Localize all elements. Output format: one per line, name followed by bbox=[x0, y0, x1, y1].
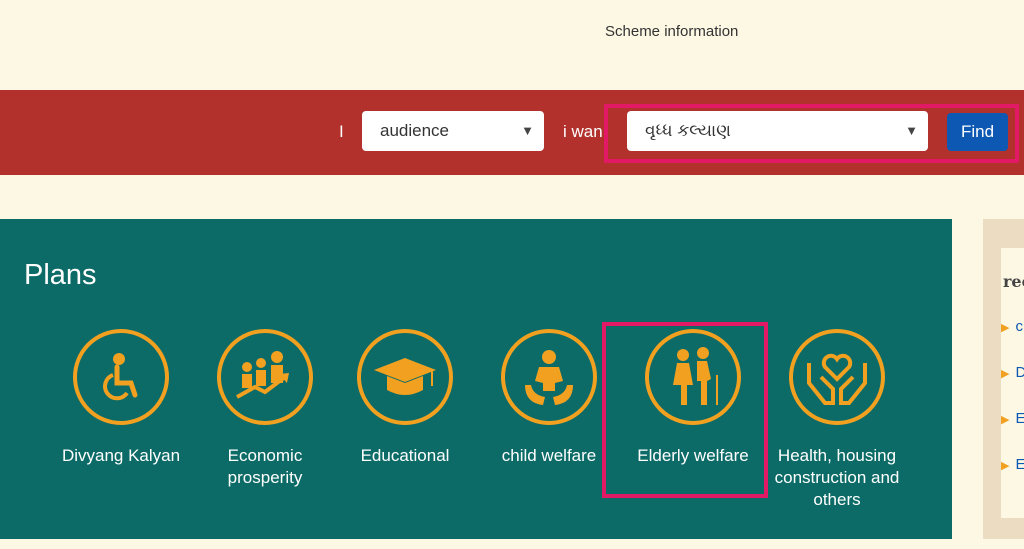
graduation-cap-icon bbox=[357, 329, 453, 425]
i-label: I bbox=[339, 122, 344, 141]
triangle-bullet-icon: ▶ bbox=[1001, 368, 1010, 380]
search-highlight-box bbox=[604, 104, 1019, 163]
plan-label: Economic prosperity bbox=[227, 446, 303, 487]
side-list-item[interactable]: ▶ E bbox=[1001, 410, 1024, 427]
elderly-highlight-box bbox=[602, 322, 768, 498]
side-panel-heading: rec bbox=[1003, 272, 1024, 291]
heart-hands-icon bbox=[789, 329, 885, 425]
triangle-bullet-icon: ▶ bbox=[1001, 322, 1010, 334]
triangle-bullet-icon: ▶ bbox=[1001, 414, 1010, 426]
plan-divyang-kalyan[interactable]: Divyang Kalyan bbox=[46, 329, 196, 467]
plan-health-housing[interactable]: Health, housing construction and others bbox=[762, 329, 912, 511]
triangle-bullet-icon: ▶ bbox=[1001, 460, 1010, 472]
plan-economic-prosperity[interactable]: Economic prosperity bbox=[190, 329, 340, 489]
plan-label: Educational bbox=[360, 446, 450, 465]
child-hands-icon bbox=[501, 329, 597, 425]
chevron-down-icon: ▼ bbox=[521, 123, 534, 138]
audience-select[interactable]: audience ▼ bbox=[362, 111, 544, 151]
audience-select-value: audience bbox=[380, 121, 450, 140]
top-info-bar: Scheme information bbox=[0, 0, 1024, 90]
wheelchair-icon bbox=[73, 329, 169, 425]
scheme-information-link[interactable]: Scheme information bbox=[605, 23, 738, 40]
side-list-item[interactable]: ▶ E bbox=[1001, 456, 1024, 473]
plan-educational[interactable]: Educational bbox=[330, 329, 480, 467]
plan-label: Health, housing construction and others bbox=[774, 446, 900, 509]
i-want-label: i wan bbox=[563, 122, 603, 141]
plan-label: Divyang Kalyan bbox=[61, 446, 181, 465]
plans-title: Plans bbox=[24, 259, 97, 291]
side-list-item[interactable]: ▶ D bbox=[1001, 364, 1024, 381]
side-list-item[interactable]: ▶ c bbox=[1001, 318, 1023, 335]
plans-panel: Plans Divyang Kalyan Economic prosperity bbox=[0, 219, 952, 539]
growth-people-icon bbox=[217, 329, 313, 425]
